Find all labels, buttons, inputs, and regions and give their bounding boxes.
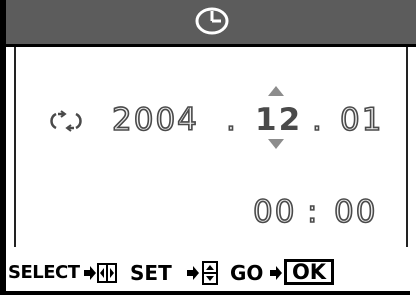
up-down-button-icon bbox=[202, 261, 218, 285]
year-field[interactable]: 2004 bbox=[111, 104, 199, 137]
clock-icon bbox=[195, 7, 229, 35]
right-arrow-icon bbox=[84, 266, 96, 280]
date-separator: . bbox=[311, 102, 324, 138]
day-field[interactable]: 01 bbox=[339, 104, 383, 137]
footer-hint-bar: SELECT SET GO OK bbox=[6, 254, 410, 292]
time-colon: : bbox=[306, 194, 320, 230]
screen-bottom-border bbox=[6, 291, 410, 295]
cycle-arrows-icon[interactable] bbox=[48, 110, 84, 132]
hour-field[interactable]: 00 bbox=[252, 196, 296, 229]
minute-field[interactable]: 00 bbox=[333, 196, 377, 229]
decrease-arrow-icon[interactable] bbox=[268, 139, 284, 149]
left-right-button-icon bbox=[97, 263, 117, 283]
increase-arrow-icon[interactable] bbox=[268, 86, 284, 96]
month-field-selected[interactable]: 12 bbox=[255, 105, 302, 136]
set-hint-label: SET bbox=[130, 261, 172, 285]
right-arrow-icon bbox=[270, 266, 282, 280]
right-arrow-icon bbox=[187, 266, 199, 280]
ok-button[interactable]: OK bbox=[284, 259, 334, 285]
date-time-setting-screen: 2004 . 12 . 01 00 : 00 SELECT SET GO OK bbox=[0, 0, 416, 295]
date-separator: . bbox=[225, 102, 238, 138]
header-bar bbox=[6, 0, 416, 47]
select-hint-label: SELECT bbox=[8, 262, 80, 283]
go-hint-label: GO bbox=[230, 261, 264, 285]
